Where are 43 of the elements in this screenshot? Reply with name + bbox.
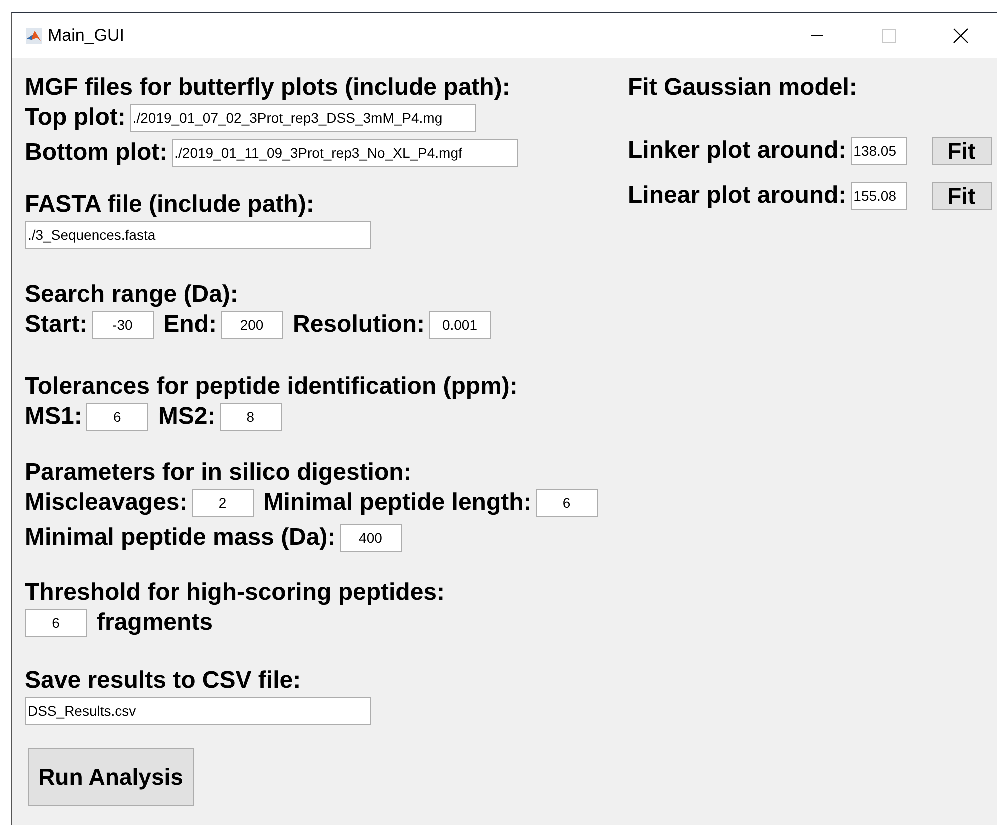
text-field[interactable]: 138.05 [850, 136, 907, 164]
run-analysis-button[interactable]: Run Analysis [28, 748, 194, 806]
text-field[interactable]: ./2019_01_11_09_3Prot_rep3_No_XL_P4.mgf [172, 138, 518, 166]
text-field[interactable]: 8 [220, 402, 282, 430]
minimize-icon[interactable] [811, 34, 823, 36]
field-label: Resolution: [293, 310, 425, 338]
field-label: Top plot: [25, 104, 126, 132]
section-heading: Save results to CSV file: [25, 669, 302, 693]
text-field[interactable]: 6 [536, 488, 598, 516]
text-field[interactable]: 6 [86, 402, 148, 430]
text-field[interactable]: DSS_Results.csv [25, 696, 371, 724]
field-label: MS2: [158, 402, 216, 430]
field-label: Miscleavages: [25, 488, 188, 516]
text-field[interactable]: 400 [340, 524, 402, 552]
text-field[interactable]: 155.08 [850, 182, 907, 210]
section-heading: Threshold for high-scoring peptides: [25, 581, 445, 605]
text-field[interactable]: ./3_Sequences.fasta [25, 220, 371, 248]
field-label: MS1: [25, 402, 82, 430]
field-label: Bottom plot: [25, 138, 168, 166]
field-label: Start: [25, 310, 88, 338]
text-field[interactable]: 0.001 [429, 310, 491, 338]
section-heading: Search range (Da): [25, 283, 238, 307]
field-label: Minimal peptide length: [264, 488, 532, 516]
field-label: Linear plot around: [628, 182, 847, 210]
fit-button[interactable]: Fit [932, 182, 992, 210]
section-heading: Tolerances for peptide identification (ppm): [25, 375, 518, 399]
field-label: fragments [97, 608, 214, 636]
close-icon[interactable] [953, 28, 969, 44]
section-heading: Fit Gaussian model: [628, 76, 858, 100]
field-label: Minimal peptide mass (Da): [25, 524, 336, 552]
section-heading: FASTA file (include path): [25, 193, 314, 217]
fit-button[interactable]: Fit [932, 136, 992, 164]
section-heading: Parameters for in silico digestion: [25, 461, 412, 485]
field-label: Linker plot around: [628, 136, 847, 164]
section-heading: MGF files for butterfly plots (include path): [25, 76, 510, 100]
text-field[interactable]: ./2019_01_07_02_3Prot_rep3_DSS_3mM_P4.mg [130, 104, 476, 132]
text-field[interactable]: 200 [221, 310, 283, 338]
field-label: End: [164, 310, 217, 338]
text-field[interactable]: 2 [192, 488, 254, 516]
window-title: Main_GUI [48, 26, 126, 46]
app-icon [26, 28, 42, 44]
text-field[interactable]: 6 [25, 608, 87, 636]
text-field[interactable]: -30 [92, 310, 154, 338]
